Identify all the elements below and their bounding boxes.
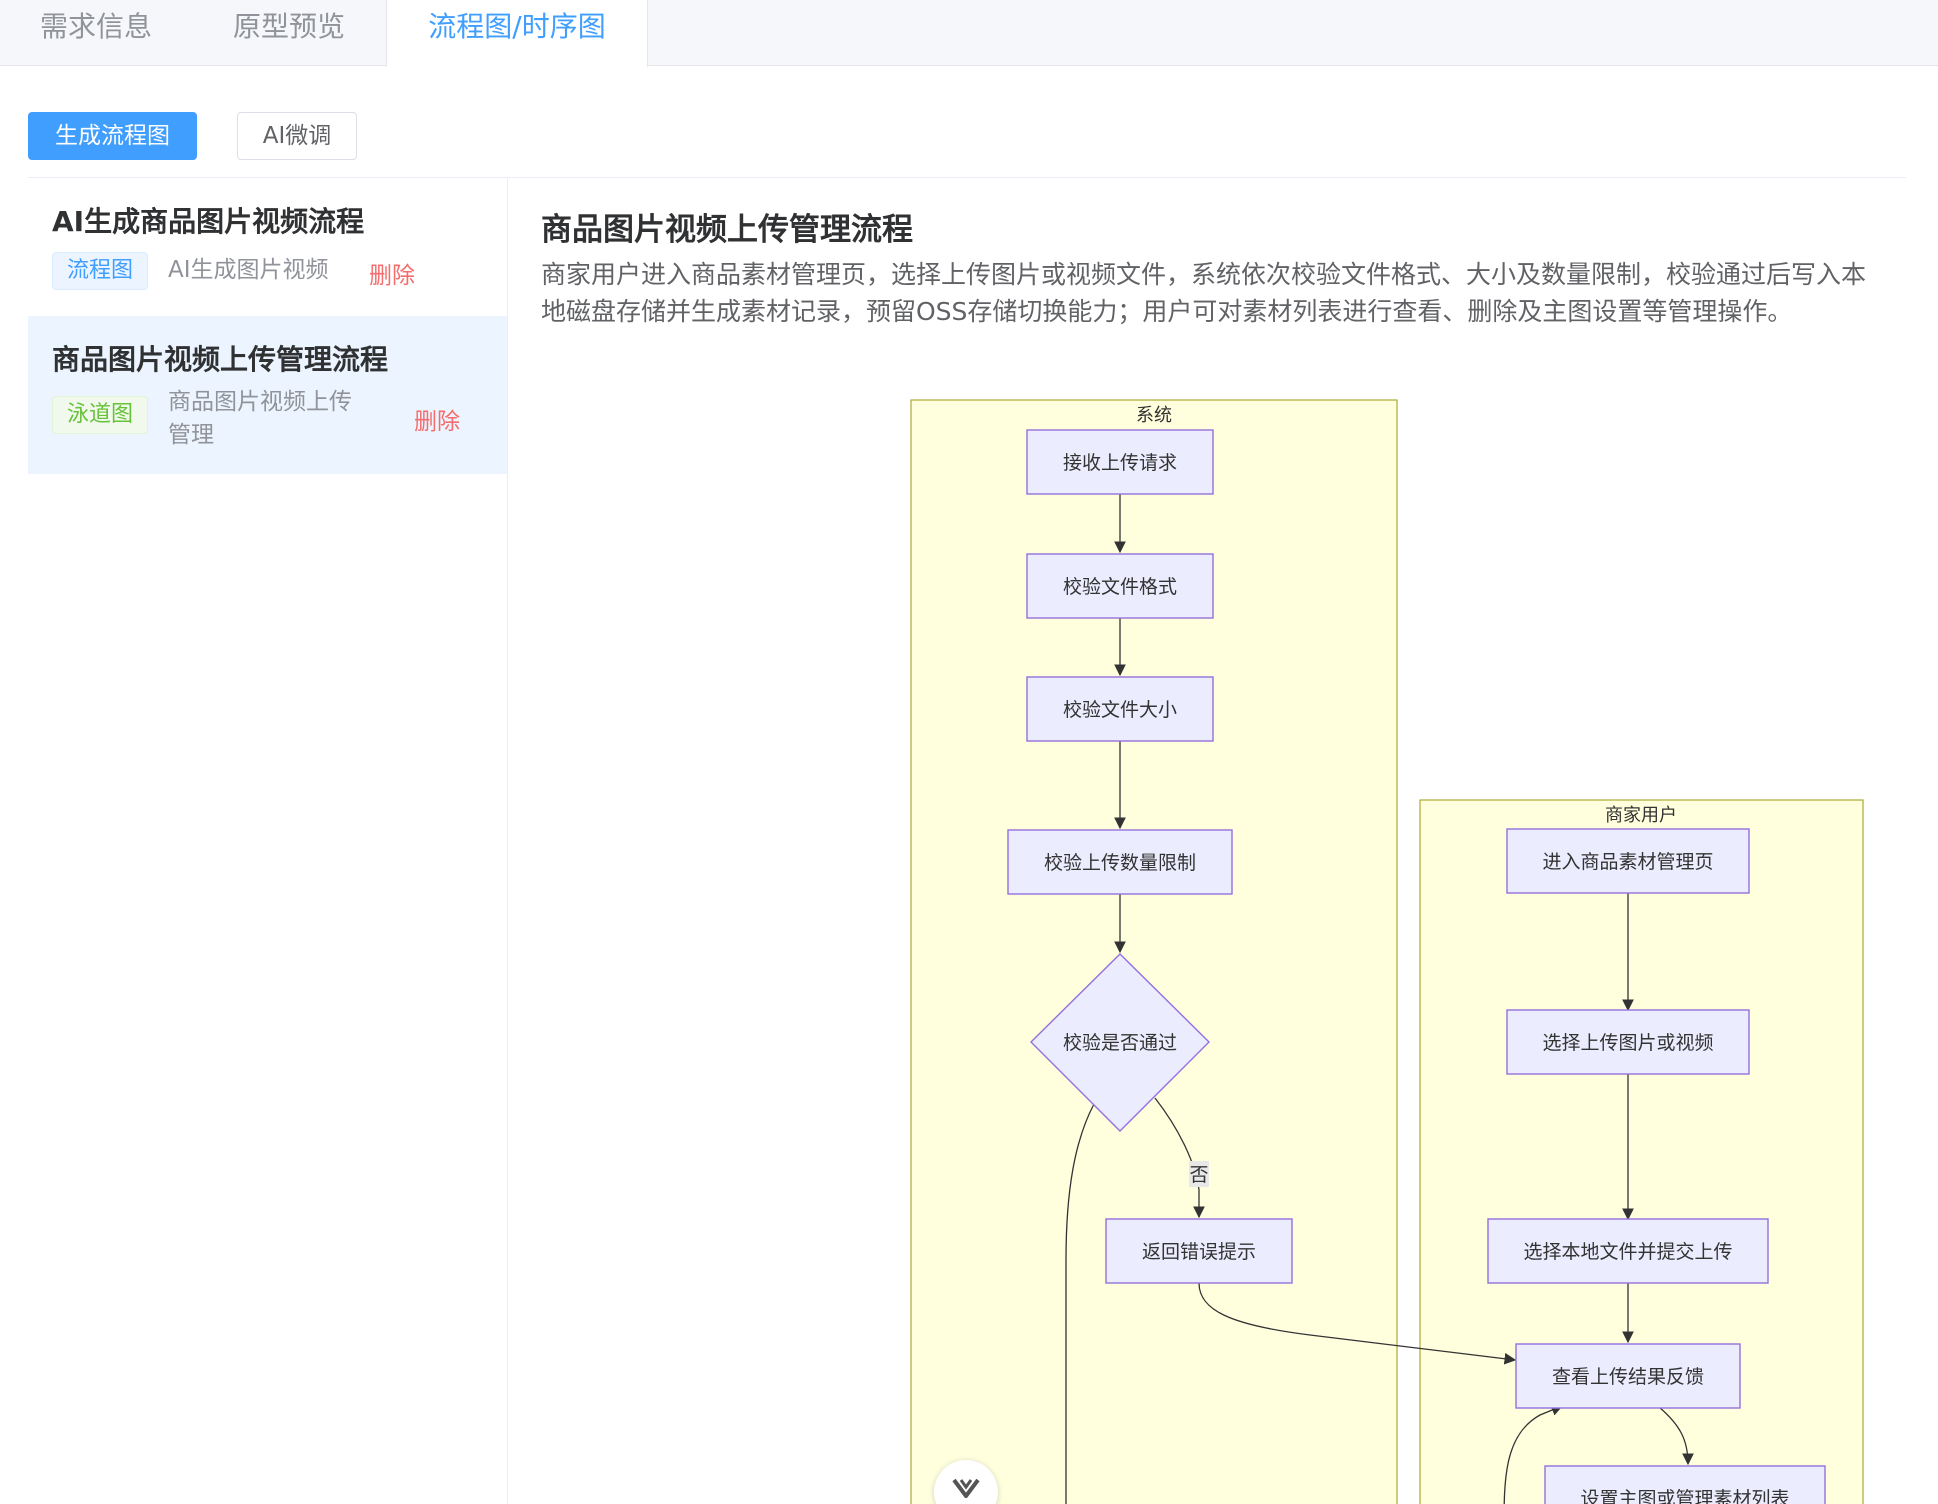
node-feedback-label: 查看上传结果反馈 (1552, 1366, 1704, 1388)
node-receive-label: 接收上传请求 (1063, 452, 1177, 474)
node-check-size-label: 校验文件大小 (1063, 699, 1177, 721)
node-error-label: 返回错误提示 (1142, 1241, 1256, 1263)
node-manage-label: 设置主图或管理素材列表 (1580, 1488, 1789, 1504)
edge-label-no: 否 (1189, 1164, 1208, 1186)
node-check-count-label: 校验上传数量限制 (1044, 852, 1196, 874)
lane-system-label: 系统 (1136, 405, 1172, 426)
swimlane-diagram: 系统 商家用户 否 接收上传请求 校验文件格式 校验文件大小 校验上传数量限制 … (910, 399, 1864, 1504)
chevron-down-icon (952, 1478, 980, 1498)
node-check-format-label: 校验文件格式 (1063, 576, 1177, 598)
node-select-label: 选择上传图片或视频 (1542, 1032, 1713, 1054)
node-submit-label: 选择本地文件并提交上传 (1523, 1241, 1732, 1263)
lane-merchant-label: 商家用户 (1605, 805, 1677, 826)
node-enter-label: 进入商品素材管理页 (1542, 851, 1713, 873)
node-check-pass-label: 校验是否通过 (1063, 1032, 1177, 1054)
